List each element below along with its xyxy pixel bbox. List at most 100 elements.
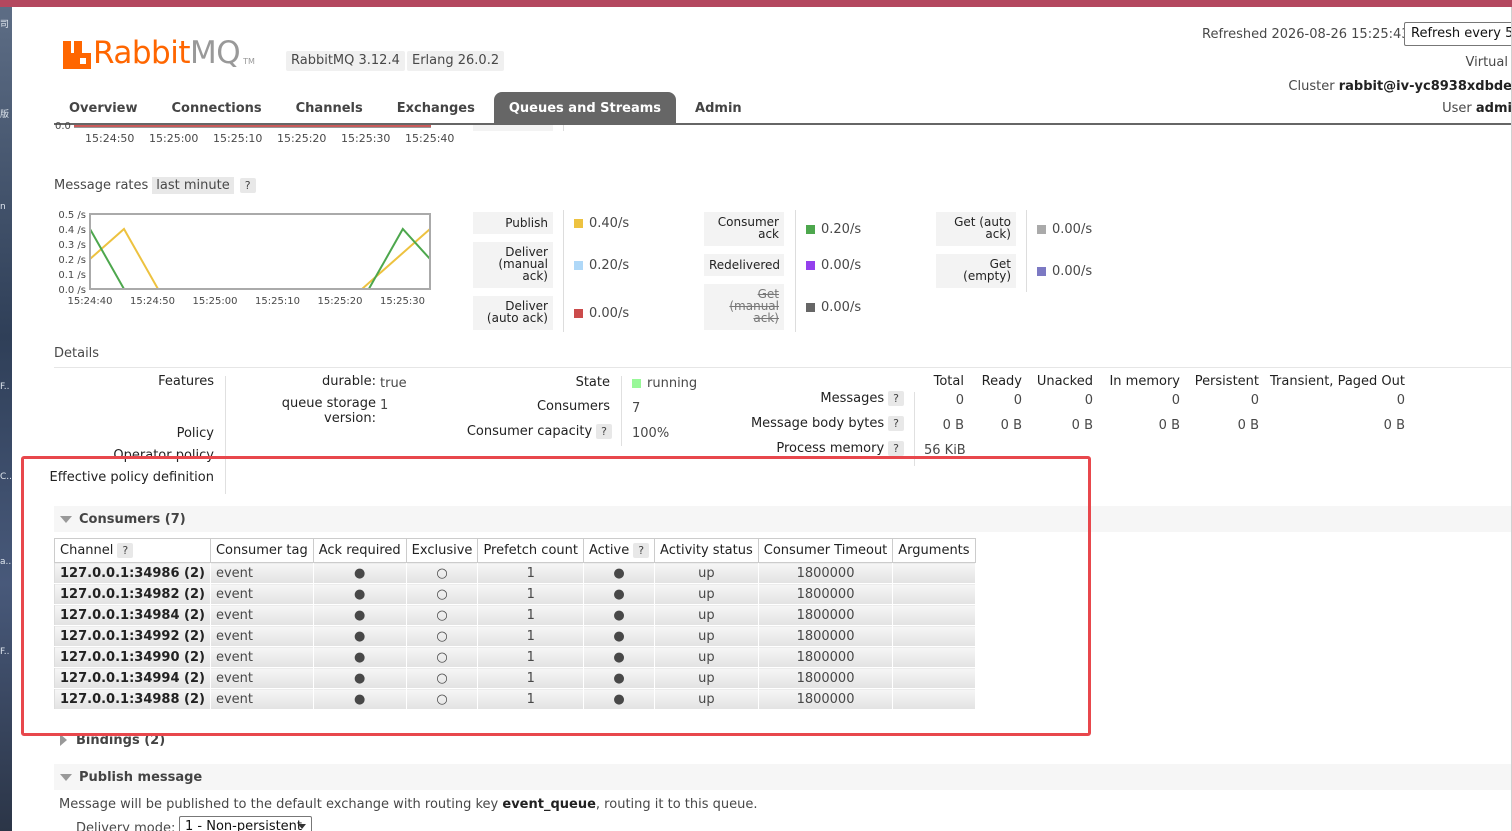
tab-exchanges[interactable]: Exchanges bbox=[382, 92, 490, 124]
publish-swatch-icon bbox=[574, 219, 583, 228]
messages-label: Messages? bbox=[700, 391, 904, 406]
messages-help[interactable]: ? bbox=[888, 391, 904, 406]
consumer-ack-rate-label: Consumer ack bbox=[704, 212, 784, 246]
user-info: User admi bbox=[1442, 101, 1512, 116]
messages-persistent: 0 bbox=[1250, 393, 1259, 408]
y-tick-label: 0.0 /s bbox=[58, 285, 86, 296]
rabbitmq-logo[interactable]: RabbitMQ TM bbox=[63, 33, 255, 69]
consumer-ack-swatch-icon bbox=[806, 225, 815, 234]
policy-label: Policy bbox=[176, 426, 214, 441]
state-value: running bbox=[632, 376, 697, 391]
x-tick-label: 15:25:10 bbox=[255, 296, 300, 307]
durable-key: durable: bbox=[321, 374, 376, 389]
messages-total: 0 bbox=[955, 393, 964, 408]
deliver-manual-swatch-icon bbox=[574, 261, 583, 270]
logo-text: RabbitMQ bbox=[93, 35, 241, 71]
refreshed-timestamp: Refreshed 2026-08-26 15:25:43 bbox=[1202, 27, 1410, 42]
process-memory-label: Process memory? bbox=[700, 441, 904, 456]
redelivered-rate-label: Redelivered bbox=[704, 254, 784, 276]
top-chart-tick-2: 15:25:00 bbox=[149, 132, 199, 145]
get-empty-rate-label: Get (empty) bbox=[936, 254, 1016, 288]
deliver-manual-ack-rate: 0.20/s bbox=[574, 258, 629, 273]
get-manual-swatch-icon bbox=[806, 303, 815, 312]
durable-value: true bbox=[380, 376, 407, 391]
consumer-capacity-label: Consumer capacity? bbox=[460, 424, 612, 439]
features-label: Features bbox=[158, 374, 214, 389]
deliver-auto-ack-rate: 0.00/s bbox=[574, 306, 629, 321]
user-name[interactable]: admi bbox=[1476, 101, 1512, 116]
cluster-info: Cluster rabbit@iv-yc8938xdbde bbox=[1288, 79, 1512, 94]
bytes-ready: 0 B bbox=[1000, 418, 1022, 433]
tab-queues-and-streams[interactable]: Queues and Streams bbox=[493, 92, 677, 124]
publish-message-section-header[interactable]: Publish message bbox=[54, 764, 1512, 790]
tab-admin[interactable]: Admin bbox=[680, 92, 757, 124]
message-rates-header: Message rates last minute ? bbox=[54, 177, 256, 194]
messages-in-memory: 0 bbox=[1171, 393, 1180, 408]
x-tick-label: 15:25:30 bbox=[380, 296, 425, 307]
tab-connections[interactable]: Connections bbox=[157, 92, 277, 124]
top-chart-tick-3: 15:25:10 bbox=[213, 132, 263, 145]
message-rates-chart: 0.5 /s 0.4 /s 0.3 /s 0.2 /s 0.1 /s 0.0 /s 15:… bbox=[58, 210, 431, 307]
publish-rate: 0.40/s bbox=[574, 216, 629, 231]
consumer-capacity-value: 100% bbox=[632, 426, 670, 441]
refresh-interval-select[interactable]: Refresh every 5 s bbox=[1404, 22, 1512, 46]
redelivered-swatch-icon bbox=[806, 261, 815, 270]
details-title: Details bbox=[54, 346, 100, 361]
queue-storage-version-value: 1 bbox=[380, 398, 389, 413]
tab-channels[interactable]: Channels bbox=[281, 92, 378, 124]
messages-transient: 0 bbox=[1396, 393, 1405, 408]
x-tick-label: 15:24:40 bbox=[68, 296, 113, 307]
delivery-mode-label: Delivery mode: bbox=[76, 821, 176, 831]
top-chart-y-zero: 0.0 bbox=[55, 121, 71, 132]
erlang-version-badge: Erlang 26.0.2 bbox=[407, 51, 505, 71]
desktop-background-strip: 司版n F.. C.. a.. F.. bbox=[0, 7, 12, 831]
caret-down-icon bbox=[60, 773, 72, 781]
tab-overview[interactable]: Overview bbox=[54, 92, 153, 124]
get-auto-ack-rate-label: Get (auto ack) bbox=[936, 212, 1016, 246]
message-body-bytes-label: Message body bytes? bbox=[700, 416, 904, 431]
get-empty-rate: 0.00/s bbox=[1037, 264, 1092, 279]
bytes-total: 0 B bbox=[942, 418, 964, 433]
process-memory-help[interactable]: ? bbox=[888, 441, 904, 456]
message-rates-label: Message rates bbox=[54, 178, 149, 193]
stats-header-ready: Ready bbox=[981, 374, 1022, 389]
deliver-auto-ack-rate-label: Deliver (auto ack) bbox=[473, 296, 553, 330]
chevron-down-icon bbox=[298, 824, 306, 829]
message-rates-help[interactable]: ? bbox=[239, 178, 256, 193]
queue-storage-version-key: queue storage version: bbox=[281, 396, 376, 426]
redelivered-rate: 0.00/s bbox=[806, 258, 861, 273]
get-manual-ack-rate: 0.00/s bbox=[806, 300, 861, 315]
rabbit-icon bbox=[63, 41, 91, 69]
state-label: State bbox=[575, 375, 610, 390]
delivery-mode-select[interactable]: 1 - Non-persistent bbox=[179, 816, 312, 831]
bytes-unacked: 0 B bbox=[1071, 418, 1093, 433]
consumer-capacity-help[interactable]: ? bbox=[596, 424, 612, 439]
top-accent-bar bbox=[0, 0, 1512, 7]
top-chart-tick-5: 15:25:30 bbox=[341, 132, 391, 145]
top-chart-tick-1: 15:24:50 bbox=[85, 132, 135, 145]
routing-key: event_queue bbox=[502, 797, 596, 812]
deliver-manual-ack-rate-label: Deliver (manual ack) bbox=[473, 242, 553, 288]
get-auto-swatch-icon bbox=[1037, 225, 1046, 234]
publish-message-title: Publish message bbox=[79, 769, 203, 785]
message-rates-range-button[interactable]: last minute bbox=[152, 177, 234, 194]
y-tick-label: 0.4 /s bbox=[58, 225, 86, 236]
top-chart-legend-stub bbox=[473, 125, 553, 131]
bytes-in-memory: 0 B bbox=[1158, 418, 1180, 433]
consumers-label: Consumers bbox=[536, 399, 610, 414]
virtual-host-label[interactable]: Virtual bbox=[1466, 55, 1508, 70]
running-status-icon bbox=[632, 379, 641, 388]
x-tick-label: 15:24:50 bbox=[130, 296, 175, 307]
message-body-bytes-help[interactable]: ? bbox=[888, 416, 904, 431]
consumer-ack-rate: 0.20/s bbox=[806, 222, 861, 237]
publish-description: Message will be published to the default… bbox=[59, 797, 758, 812]
stats-header-in-memory: In memory bbox=[1109, 374, 1180, 389]
messages-unacked: 0 bbox=[1084, 393, 1093, 408]
consumers-value: 7 bbox=[632, 401, 641, 416]
deliver-auto-swatch-icon bbox=[574, 309, 583, 318]
y-tick-label: 0.1 /s bbox=[58, 270, 86, 281]
stats-header-unacked: Unacked bbox=[1036, 374, 1093, 389]
get-manual-ack-rate-label: Get (manual ack) bbox=[704, 284, 784, 330]
get-empty-swatch-icon bbox=[1037, 267, 1046, 276]
y-tick-label: 0.2 /s bbox=[58, 255, 86, 266]
